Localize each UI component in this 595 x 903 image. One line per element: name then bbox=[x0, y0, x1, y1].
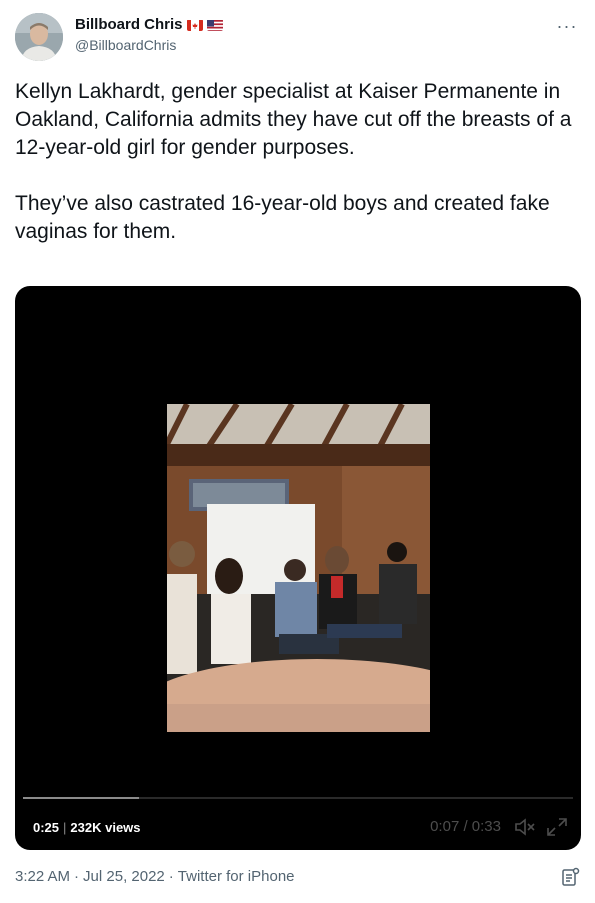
tweet-paragraph: They’ve also castrated 16-year-old boys … bbox=[15, 192, 550, 243]
video-info-badge: 0:25 | 232K views bbox=[29, 818, 145, 838]
mute-icon[interactable] bbox=[513, 816, 537, 838]
tweet-text: Kellyn Lakhardt, gender specialist at Ka… bbox=[15, 78, 580, 246]
meta-separator: · bbox=[168, 868, 174, 885]
fullscreen-icon[interactable] bbox=[545, 816, 569, 838]
canada-flag-icon bbox=[186, 19, 203, 31]
video-timecode: 0:07 / 0:33 bbox=[430, 818, 501, 835]
tweet-paragraph: Kellyn Lakhardt, gender specialist at Ka… bbox=[15, 80, 572, 159]
author-name-row[interactable]: Billboard Chris bbox=[75, 16, 223, 34]
author-handle[interactable]: @BillboardChris bbox=[75, 37, 223, 54]
tweet-source[interactable]: Twitter for iPhone bbox=[178, 868, 295, 886]
video-frame[interactable] bbox=[167, 404, 430, 732]
tweet-metadata: 3:22 AM · Jul 25, 2022 · Twitter for iPh… bbox=[15, 868, 295, 886]
tweet-date[interactable]: Jul 25, 2022 bbox=[83, 868, 165, 886]
meta-separator: · bbox=[74, 868, 80, 885]
author-block: Billboard Chris @BillboardChris bbox=[75, 16, 223, 54]
video-progress-bar[interactable] bbox=[23, 797, 573, 799]
avatar[interactable] bbox=[15, 13, 63, 61]
badge-separator: | bbox=[63, 820, 67, 835]
video-progress-fill bbox=[23, 797, 139, 799]
tweet-card: Billboard Chris @BillboardChris ··· Kell… bbox=[0, 0, 595, 903]
author-name[interactable]: Billboard Chris bbox=[75, 16, 183, 34]
tweet-time[interactable]: 3:22 AM bbox=[15, 868, 70, 886]
video-duration: 0:25 bbox=[33, 820, 60, 835]
analytics-icon[interactable] bbox=[559, 866, 581, 888]
video-views: 232K views bbox=[70, 820, 141, 835]
video-player[interactable]: 0:25 | 232K views 0:07 / 0:33 bbox=[15, 286, 581, 850]
usa-flag-icon bbox=[206, 19, 223, 31]
more-options-icon[interactable]: ··· bbox=[555, 14, 579, 38]
